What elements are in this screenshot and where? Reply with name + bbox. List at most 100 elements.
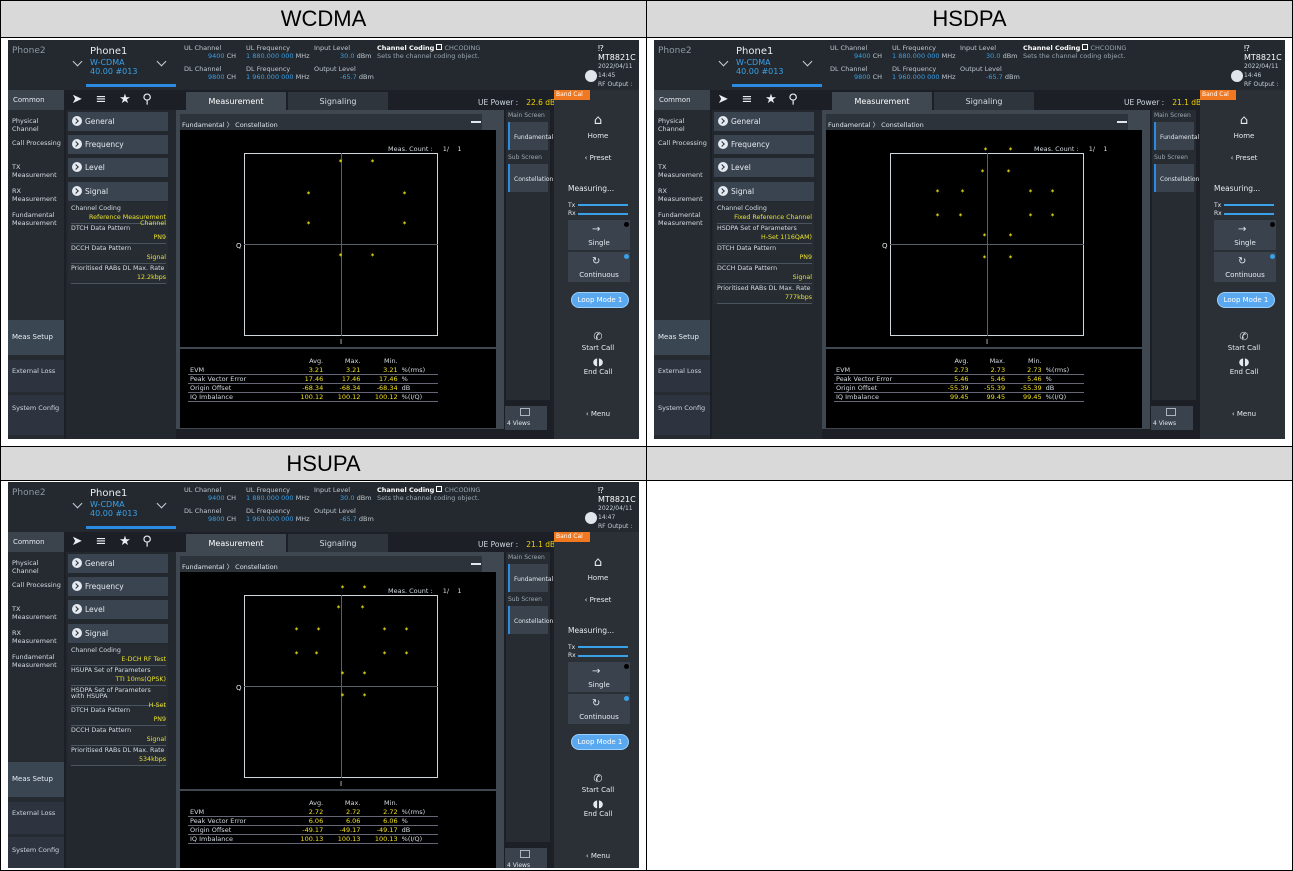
home-icon[interactable]: ⌂ (1214, 114, 1274, 127)
phone2-tab[interactable]: Phone2 (658, 46, 692, 56)
expand-down-icon[interactable] (1231, 70, 1243, 82)
nav-item[interactable]: Call Processing (8, 139, 64, 148)
tree-group[interactable]: General (714, 112, 814, 131)
tab-signaling[interactable]: Signaling (288, 92, 388, 110)
signal-param-row[interactable]: Channel Coding E-DCH RF Test (71, 646, 166, 666)
search-icon[interactable]: ⚲ (786, 92, 800, 108)
single-button[interactable]: → Single (1214, 220, 1276, 250)
signal-param-row[interactable]: DTCH Data Pattern PN9 (71, 706, 166, 726)
star-icon[interactable]: ★ (764, 92, 778, 108)
home-icon[interactable]: ⌂ (568, 114, 628, 127)
phone1-tab[interactable]: Phone1 W-CDMA 40.00 #013 (90, 488, 137, 518)
nav-item[interactable]: Physical Channel (654, 117, 710, 133)
tree-group[interactable]: Signal (68, 624, 168, 643)
start-call-button[interactable]: Start Call (568, 786, 628, 795)
signal-param-row[interactable]: Prioritised RABs DL Max. Rate 12.2kbps (71, 264, 166, 284)
nav-item[interactable]: TX Measurement (8, 605, 64, 621)
signal-param-row[interactable]: Prioritised RABs DL Max. Rate 534kbps (71, 746, 166, 766)
expand-down-icon[interactable] (585, 70, 597, 82)
nav-item[interactable]: Fundamental Measurement (654, 211, 710, 227)
nav-item[interactable]: Physical Channel (8, 559, 64, 575)
phone1-tab[interactable]: Phone1 W-CDMA 40.00 #013 (90, 46, 137, 76)
loop-mode-button[interactable]: Loop Mode 1 (1217, 292, 1275, 308)
signal-param-row[interactable]: DTCH Data Pattern PN9 (71, 224, 166, 244)
nav-item[interactable]: Call Processing (654, 139, 710, 148)
tab-measurement[interactable]: Measurement (186, 534, 286, 552)
constellation-button[interactable]: Constellation (508, 606, 553, 634)
nav-item[interactable]: RX Measurement (654, 187, 710, 203)
signal-param-row[interactable]: Channel Coding Reference Measurement Chan… (71, 204, 166, 227)
end-call-button[interactable]: End Call (568, 368, 628, 377)
menu-button[interactable]: ‹ Menu (1214, 410, 1274, 419)
tab-measurement[interactable]: Measurement (832, 92, 932, 110)
continuous-button[interactable]: ↻ Continuous (568, 694, 630, 724)
meas-setup-button[interactable]: Meas Setup (654, 320, 710, 355)
end-call-button[interactable]: End Call (568, 810, 628, 819)
fundamental-button[interactable]: Fundamental (508, 564, 553, 592)
home-icon[interactable]: ⌂ (568, 556, 628, 569)
signal-param-row[interactable]: Prioritised RABs DL Max. Rate 777kbps (717, 284, 812, 304)
tree-group[interactable]: Level (714, 158, 814, 177)
signal-param-row[interactable]: DTCH Data Pattern PN9 (717, 244, 812, 264)
search-icon[interactable]: ⚲ (140, 92, 154, 108)
system-config-button[interactable]: System Config (8, 395, 64, 435)
tab-signaling[interactable]: Signaling (934, 92, 1034, 110)
list-arrow-icon[interactable]: ≡ (740, 92, 754, 108)
loop-mode-button[interactable]: Loop Mode 1 (571, 292, 629, 308)
system-config-button[interactable]: System Config (8, 837, 64, 868)
meas-setup-button[interactable]: Meas Setup (8, 320, 64, 355)
minimize-icon[interactable] (471, 121, 481, 123)
start-call-button[interactable]: Start Call (1214, 344, 1274, 353)
single-button[interactable]: → Single (568, 662, 630, 692)
continuous-button[interactable]: ↻ Continuous (568, 252, 630, 282)
menu-button[interactable]: ‹ Menu (568, 410, 628, 419)
signal-param-row[interactable]: HSUPA Set of Parameters TTI 10ms(QPSK) (71, 666, 166, 686)
preset-button[interactable]: ‹ Preset (568, 596, 628, 605)
single-button[interactable]: → Single (568, 220, 630, 250)
star-icon[interactable]: ★ (118, 92, 132, 108)
home-button[interactable]: Home (568, 132, 628, 141)
tree-group[interactable]: Signal (68, 182, 168, 201)
continuous-button[interactable]: ↻ Continuous (1214, 252, 1276, 282)
list-arrow-icon[interactable]: ≡ (94, 92, 108, 108)
tree-group[interactable]: Level (68, 158, 168, 177)
start-call-button[interactable]: Start Call (568, 344, 628, 353)
tree-group[interactable]: Signal (714, 182, 814, 201)
expand-down-icon[interactable] (585, 512, 597, 524)
constellation-button[interactable]: Constellation (1154, 164, 1199, 192)
external-loss-button[interactable]: External Loss (8, 360, 64, 392)
system-config-button[interactable]: System Config (654, 395, 710, 435)
tree-group[interactable]: General (68, 112, 168, 131)
preset-button[interactable]: ‹ Preset (568, 154, 628, 163)
meas-setup-button[interactable]: Meas Setup (8, 762, 64, 797)
play-circle-icon[interactable]: ➤ (716, 92, 730, 108)
home-button[interactable]: Home (568, 574, 628, 583)
phone1-tab[interactable]: Phone1 W-CDMA 40.00 #013 (736, 46, 783, 76)
tree-group[interactable]: Frequency (68, 135, 168, 154)
band-cal-button[interactable]: Band Cal (554, 90, 590, 100)
band-cal-button[interactable]: Band Cal (1200, 90, 1236, 100)
signal-param-row[interactable]: DCCH Data Pattern Signal (717, 264, 812, 284)
preset-button[interactable]: ‹ Preset (1214, 154, 1274, 163)
tab-measurement[interactable]: Measurement (186, 92, 286, 110)
band-cal-button[interactable]: Band Cal (554, 532, 590, 542)
nav-item[interactable]: Call Processing (8, 581, 64, 590)
tab-signaling[interactable]: Signaling (288, 534, 388, 552)
nav-item[interactable]: Fundamental Measurement (8, 211, 64, 227)
nav-item[interactable]: TX Measurement (654, 163, 710, 179)
play-circle-icon[interactable]: ➤ (70, 534, 84, 550)
play-circle-icon[interactable]: ➤ (70, 92, 84, 108)
end-call-button[interactable]: End Call (1214, 368, 1274, 377)
signal-param-row[interactable]: HSDPA Set of Parameters H-Set 1(16QAM) (717, 224, 812, 244)
list-arrow-icon[interactable]: ≡ (94, 534, 108, 550)
common-tab[interactable]: Common (654, 90, 710, 110)
loop-mode-button[interactable]: Loop Mode 1 (571, 734, 629, 750)
tree-group[interactable]: Level (68, 600, 168, 619)
signal-param-row[interactable]: HSDPA Set of Parameters with HSUPA H-Set (71, 686, 166, 709)
nav-item[interactable]: RX Measurement (8, 187, 64, 203)
signal-param-row[interactable]: Channel Coding Fixed Reference Channel (717, 204, 812, 224)
phone2-tab[interactable]: Phone2 (12, 46, 46, 56)
minimize-icon[interactable] (471, 563, 481, 565)
fundamental-button[interactable]: Fundamental (508, 122, 553, 150)
tree-group[interactable]: Frequency (714, 135, 814, 154)
